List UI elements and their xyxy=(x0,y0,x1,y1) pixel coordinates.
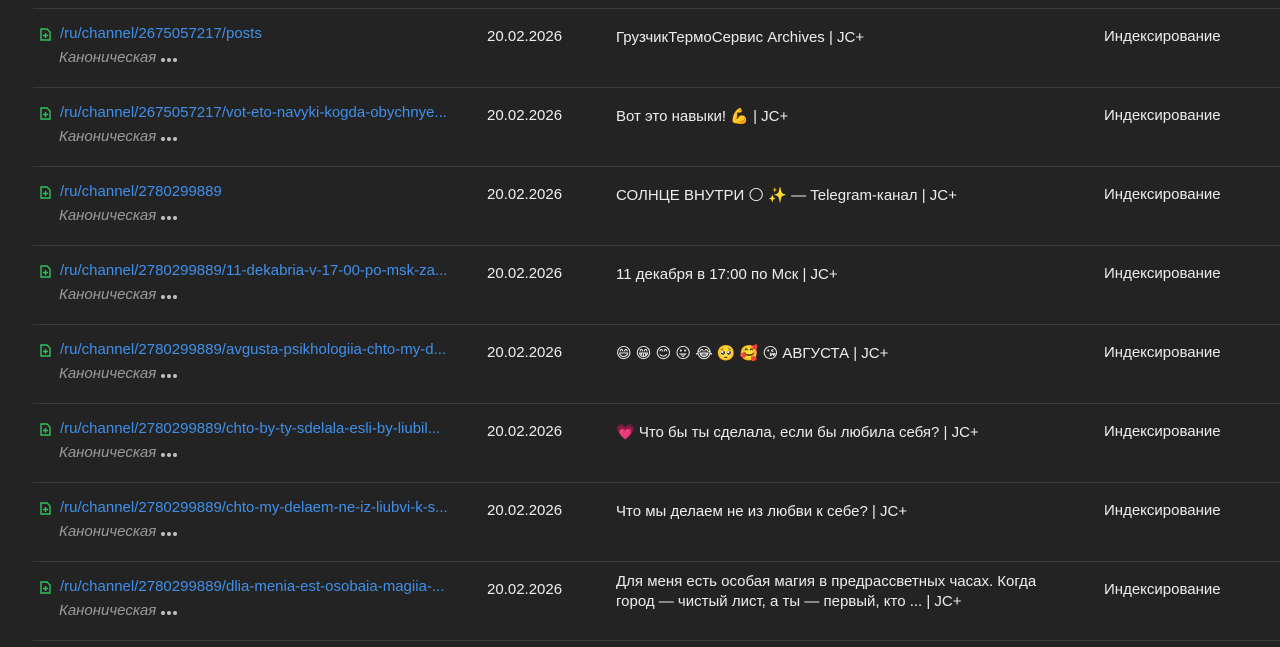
more-dots-icon[interactable] xyxy=(161,57,178,62)
title-cell: 11 декабря в 17:00 по Мск | JC+ xyxy=(616,266,838,283)
canonical-text: Каноническая xyxy=(59,49,157,66)
document-plus-icon xyxy=(40,265,51,278)
canonical-text: Каноническая xyxy=(59,602,157,619)
date-cell: 20.02.2026 xyxy=(487,186,563,203)
title-cell: Для меня есть особая магия в предрассвет… xyxy=(616,573,1037,610)
title-cell: СОЛНЦЕ ВНУТРИ 🌕 ✨ — Telegram-канал | JC+ xyxy=(616,187,957,204)
document-plus-icon xyxy=(40,581,51,594)
canonical-label: Каноническая xyxy=(59,602,178,619)
date-cell: 20.02.2026 xyxy=(487,581,563,598)
canonical-label: Каноническая xyxy=(59,444,178,461)
page-url-link[interactable]: /ru/channel/2675057217/posts xyxy=(60,25,460,42)
page-url-link[interactable]: /ru/channel/2780299889/chto-by-ty-sdelal… xyxy=(60,420,460,437)
status-cell: Индексирование xyxy=(1104,423,1221,440)
document-plus-icon xyxy=(40,107,51,120)
document-plus-icon xyxy=(40,502,51,515)
canonical-label: Каноническая xyxy=(59,523,178,540)
more-dots-icon[interactable] xyxy=(161,531,178,536)
more-dots-icon[interactable] xyxy=(161,294,178,299)
status-cell: Индексирование xyxy=(1104,107,1221,124)
canonical-text: Каноническая xyxy=(59,128,157,145)
canonical-text: Каноническая xyxy=(59,444,157,461)
title-cell: Вот это навыки! 💪 | JC+ xyxy=(616,108,789,125)
title-cell: ГрузчикТермоСервис Archives | JC+ xyxy=(616,29,865,46)
status-cell: Индексирование xyxy=(1104,265,1221,282)
more-dots-icon[interactable] xyxy=(161,452,178,457)
canonical-text: Каноническая xyxy=(59,286,157,303)
table-row: /ru/channel/2780299889/avgusta-psikholog… xyxy=(33,325,1280,404)
table-row: /ru/channel/2780299889/chto-my-delaem-ne… xyxy=(33,483,1280,562)
title-cell: 😄 😁 😊 😛 😂 🥺 🥰 😘 АВГУСТА | JC+ xyxy=(616,345,889,362)
date-cell: 20.02.2026 xyxy=(487,265,563,282)
table-row: /ru/channel/2675057217/posts Каноническа… xyxy=(33,9,1280,88)
document-plus-icon xyxy=(40,28,51,41)
canonical-label: Каноническая xyxy=(59,365,178,382)
canonical-label: Каноническая xyxy=(59,49,178,66)
more-dots-icon[interactable] xyxy=(161,136,178,141)
canonical-label: Каноническая xyxy=(59,286,178,303)
document-plus-icon xyxy=(40,344,51,357)
page-url-link[interactable]: /ru/channel/2780299889/11-dekabria-v-17-… xyxy=(60,262,460,279)
status-cell: Индексирование xyxy=(1104,344,1221,361)
more-dots-icon[interactable] xyxy=(161,610,178,615)
date-cell: 20.02.2026 xyxy=(487,28,563,45)
canonical-text: Каноническая xyxy=(59,207,157,224)
page-url-link[interactable]: /ru/channel/2780299889/dlia-menia-est-os… xyxy=(60,578,460,595)
date-cell: 20.02.2026 xyxy=(487,107,563,124)
table-row: /ru/channel/2780299889/dlia-menia-est-os… xyxy=(33,562,1280,641)
document-plus-icon xyxy=(40,186,51,199)
more-dots-icon[interactable] xyxy=(161,373,178,378)
pages-table: /ru/channel/2675057217/posts Каноническа… xyxy=(33,8,1280,641)
page-url-link[interactable]: /ru/channel/2780299889/chto-my-delaem-ne… xyxy=(60,499,460,516)
canonical-text: Каноническая xyxy=(59,523,157,540)
date-cell: 20.02.2026 xyxy=(487,423,563,440)
page-url-link[interactable]: /ru/channel/2780299889 xyxy=(60,183,460,200)
title-cell: 💗 Что бы ты сделала, если бы любила себя… xyxy=(616,424,979,441)
title-cell: Что мы делаем не из любви к себе? | JC+ xyxy=(616,503,908,520)
table-row: /ru/channel/2780299889/chto-by-ty-sdelal… xyxy=(33,404,1280,483)
table-row: /ru/channel/2780299889 Каноническая 20.0… xyxy=(33,167,1280,246)
page-url-link[interactable]: /ru/channel/2675057217/vot-eto-navyki-ko… xyxy=(60,104,460,121)
canonical-label: Каноническая xyxy=(59,207,178,224)
date-cell: 20.02.2026 xyxy=(487,502,563,519)
canonical-label: Каноническая xyxy=(59,128,178,145)
document-plus-icon xyxy=(40,423,51,436)
canonical-text: Каноническая xyxy=(59,365,157,382)
status-cell: Индексирование xyxy=(1104,28,1221,45)
page-url-link[interactable]: /ru/channel/2780299889/avgusta-psikholog… xyxy=(60,341,460,358)
table-row: /ru/channel/2780299889/11-dekabria-v-17-… xyxy=(33,246,1280,325)
date-cell: 20.02.2026 xyxy=(487,344,563,361)
status-cell: Индексирование xyxy=(1104,186,1221,203)
more-dots-icon[interactable] xyxy=(161,215,178,220)
table-row: /ru/channel/2675057217/vot-eto-navyki-ko… xyxy=(33,88,1280,167)
status-cell: Индексирование xyxy=(1104,502,1221,519)
status-cell: Индексирование xyxy=(1104,581,1221,598)
